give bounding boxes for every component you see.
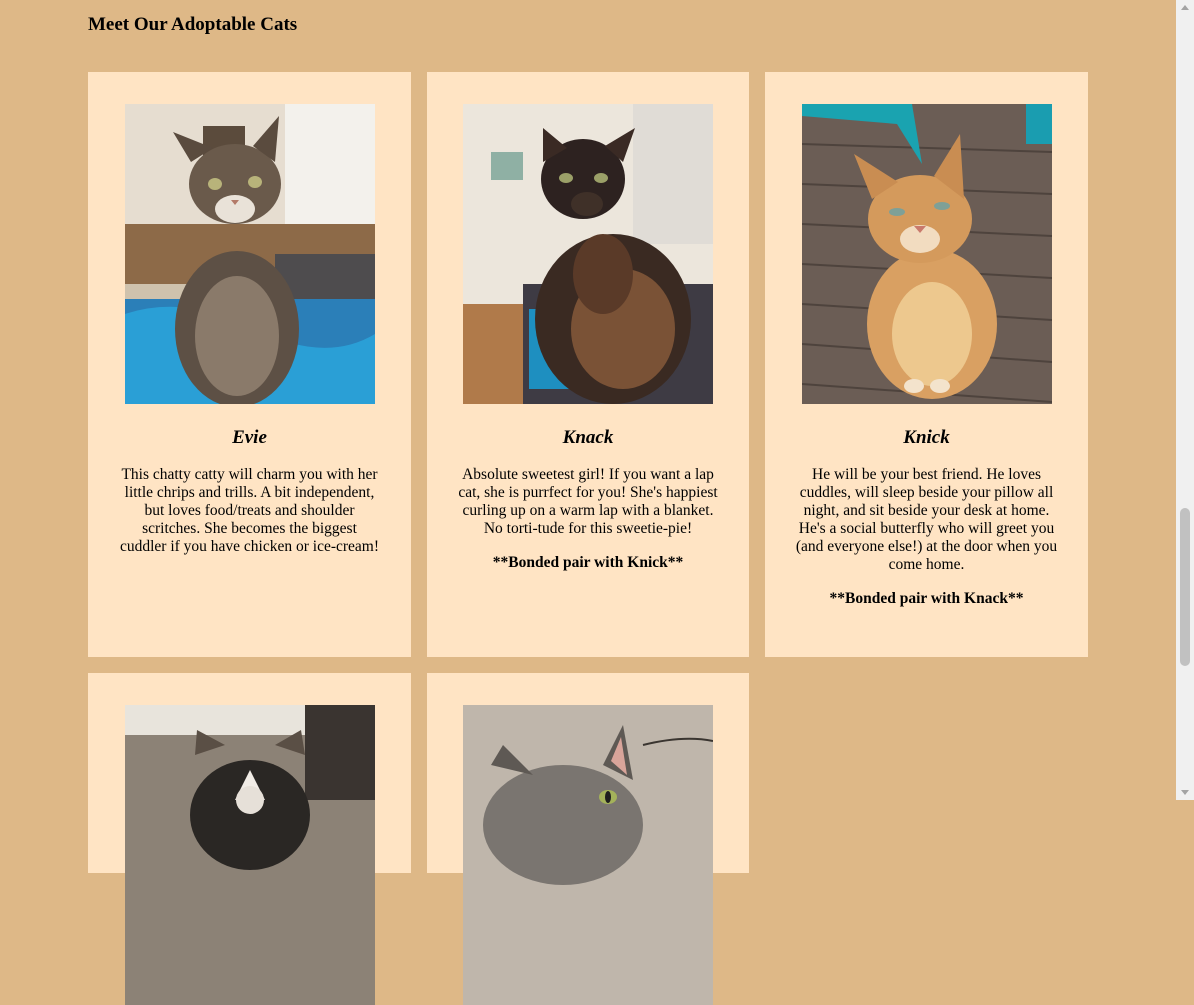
cat-name: Knack xyxy=(562,427,614,448)
cat-photo-5 xyxy=(463,705,713,1005)
vertical-scrollbar[interactable] xyxy=(1176,0,1194,800)
cat-card-4 xyxy=(88,673,411,1005)
cat-grid: Evie This chatty catty will charm you wi… xyxy=(88,72,1088,1005)
cat-card-knick: Knick He will be your best friend. He lo… xyxy=(765,72,1088,657)
bonded-pair-note: **Bonded pair with Knick** xyxy=(492,554,684,571)
cat-description: This chatty catty will charm you with he… xyxy=(119,466,380,555)
cat-card-knack: Knack Absolute sweetest girl! If you wan… xyxy=(427,72,749,657)
cat-card-5 xyxy=(427,673,749,1005)
cat-name: Evie xyxy=(232,427,267,448)
cat-photo-knick xyxy=(801,104,1052,404)
cat-description: Absolute sweetest girl! If you want a la… xyxy=(458,466,718,537)
cat-name: Knick xyxy=(903,427,950,448)
cat-description: He will be your best friend. He loves cu… xyxy=(795,466,1058,573)
scroll-up-arrow-icon[interactable] xyxy=(1181,5,1189,10)
cat-photo-knack xyxy=(463,104,713,404)
bonded-pair-note: **Bonded pair with Knack** xyxy=(829,590,1024,607)
cat-photo-evie xyxy=(124,104,375,404)
page-title: Meet Our Adoptable Cats xyxy=(88,14,298,35)
scroll-down-arrow-icon[interactable] xyxy=(1181,790,1189,795)
scrollbar-thumb[interactable] xyxy=(1180,508,1190,666)
cat-card-evie: Evie This chatty catty will charm you wi… xyxy=(88,72,411,657)
cat-photo-4 xyxy=(124,705,375,1005)
